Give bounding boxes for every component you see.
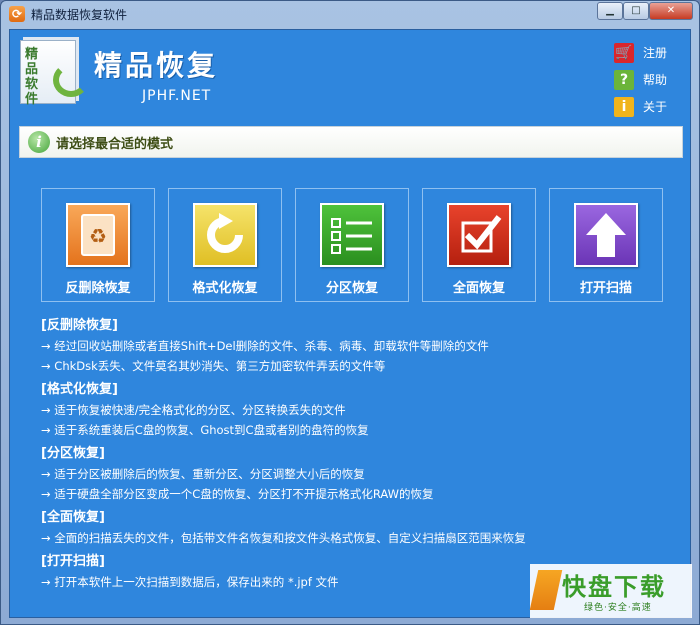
- brand-url: JPHF.NET: [142, 88, 212, 104]
- desc-undelete: [反删除恢复] → 经过回收站删除或者直接Shift+Del删除的文件、杀毒、病…: [41, 316, 661, 376]
- watermark-logo: 快盘下载 绿色·安全·高速: [529, 564, 692, 618]
- app-window: ⟳ 精品数据恢复软件 ▁ □ ✕ 精品软件 精品恢复 JPHF.NET 🛒 注册…: [0, 0, 700, 625]
- app-icon: ⟳: [9, 6, 25, 22]
- logo-text: 精品软件: [25, 47, 39, 107]
- mode-buttons: ♻ 反删除恢复 格式化恢复 分区恢复 全面恢复 打开扫描: [41, 188, 663, 302]
- desc-title: [反删除恢复]: [41, 318, 118, 333]
- brand-title: 精品恢复: [94, 49, 219, 82]
- mode-partition-label: 分区恢复: [325, 281, 378, 296]
- about-link[interactable]: i 关于: [614, 93, 667, 120]
- desc-line: → 适于恢复被快速/完全格式化的分区、分区转换丢失的文件: [41, 403, 346, 417]
- info-icon: i: [28, 131, 50, 153]
- desc-line: → 全面的扫描丢失的文件，包括带文件名恢复和按文件头格式恢复、自定义扫描扇区范围…: [41, 531, 526, 545]
- mode-prompt-text: 请选择最合适的模式: [56, 136, 174, 152]
- app-logo: 精品软件: [20, 40, 89, 107]
- help-icon: ?: [614, 69, 634, 90]
- about-icon: i: [614, 96, 634, 117]
- mode-undelete-label: 反删除恢复: [65, 281, 131, 296]
- minimize-button[interactable]: ▁: [597, 2, 623, 20]
- window-controls: ▁ □ ✕: [597, 2, 693, 20]
- desc-title: [格式化恢复]: [41, 382, 118, 397]
- mode-open-scan-label: 打开扫描: [579, 281, 632, 296]
- checklist-icon: [320, 203, 384, 267]
- watermark-text: 快盘下载: [562, 573, 666, 601]
- mode-descriptions: [反删除恢复] → 经过回收站删除或者直接Shift+Del删除的文件、杀毒、病…: [41, 316, 661, 596]
- desc-line: → 经过回收站删除或者直接Shift+Del删除的文件、杀毒、病毒、卸载软件等删…: [41, 339, 489, 353]
- watermark-slogan: 绿色·安全·高速: [584, 603, 652, 613]
- watermark-k-icon: [529, 570, 563, 610]
- desc-line: → 适于系统重装后C盘的恢复、Ghost到C盘或者别的盘符的恢复: [41, 423, 369, 437]
- register-label: 注册: [643, 46, 668, 60]
- desc-line: → ChkDsk丢失、文件莫名其妙消失、第三方加密软件弄丢的文件等: [41, 359, 386, 373]
- close-button[interactable]: ✕: [649, 2, 693, 20]
- help-label: 帮助: [643, 73, 668, 87]
- mode-format-button[interactable]: 格式化恢复: [168, 188, 282, 302]
- svg-text:♻: ♻: [89, 224, 107, 248]
- mode-format-label: 格式化恢复: [192, 281, 258, 296]
- help-link[interactable]: ? 帮助: [614, 66, 667, 93]
- mode-partition-button[interactable]: 分区恢复: [295, 188, 409, 302]
- refresh-icon: [193, 203, 257, 267]
- mode-prompt-bar: i 请选择最合适的模式: [19, 126, 683, 158]
- register-link[interactable]: 🛒 注册: [614, 39, 667, 66]
- mode-full-button[interactable]: 全面恢复: [422, 188, 536, 302]
- logo-arrow-icon: [53, 63, 89, 97]
- title-bar: ⟳ 精品数据恢复软件 ▁ □ ✕: [1, 1, 699, 27]
- checkmark-icon: [447, 203, 511, 267]
- window-title: 精品数据恢复软件: [31, 7, 128, 22]
- top-links: 🛒 注册 ? 帮助 i 关于: [614, 39, 667, 120]
- about-label: 关于: [643, 100, 668, 114]
- main-panel: 精品软件 精品恢复 JPHF.NET 🛒 注册 ? 帮助 i 关于 i 请选择最…: [9, 29, 692, 618]
- desc-full: [全面恢复] → 全面的扫描丢失的文件，包括带文件名恢复和按文件头格式恢复、自定…: [41, 508, 661, 548]
- desc-title: [分区恢复]: [41, 446, 105, 461]
- cart-icon: 🛒: [614, 42, 634, 63]
- arrow-up-icon: [574, 203, 638, 267]
- desc-format: [格式化恢复] → 适于恢复被快速/完全格式化的分区、分区转换丢失的文件 → 适…: [41, 380, 661, 440]
- desc-line: → 适于硬盘全部分区变成一个C盘的恢复、分区打不开提示格式化RAW的恢复: [41, 487, 434, 501]
- desc-title: [全面恢复]: [41, 510, 105, 525]
- maximize-button[interactable]: □: [623, 2, 649, 20]
- mode-full-label: 全面恢复: [452, 281, 505, 296]
- recycle-icon: ♻: [66, 203, 130, 267]
- desc-partition: [分区恢复] → 适于分区被删除后的恢复、重新分区、分区调整大小后的恢复 → 适…: [41, 444, 661, 504]
- desc-line: → 适于分区被删除后的恢复、重新分区、分区调整大小后的恢复: [41, 467, 365, 481]
- mode-undelete-button[interactable]: ♻ 反删除恢复: [41, 188, 155, 302]
- mode-open-scan-button[interactable]: 打开扫描: [549, 188, 663, 302]
